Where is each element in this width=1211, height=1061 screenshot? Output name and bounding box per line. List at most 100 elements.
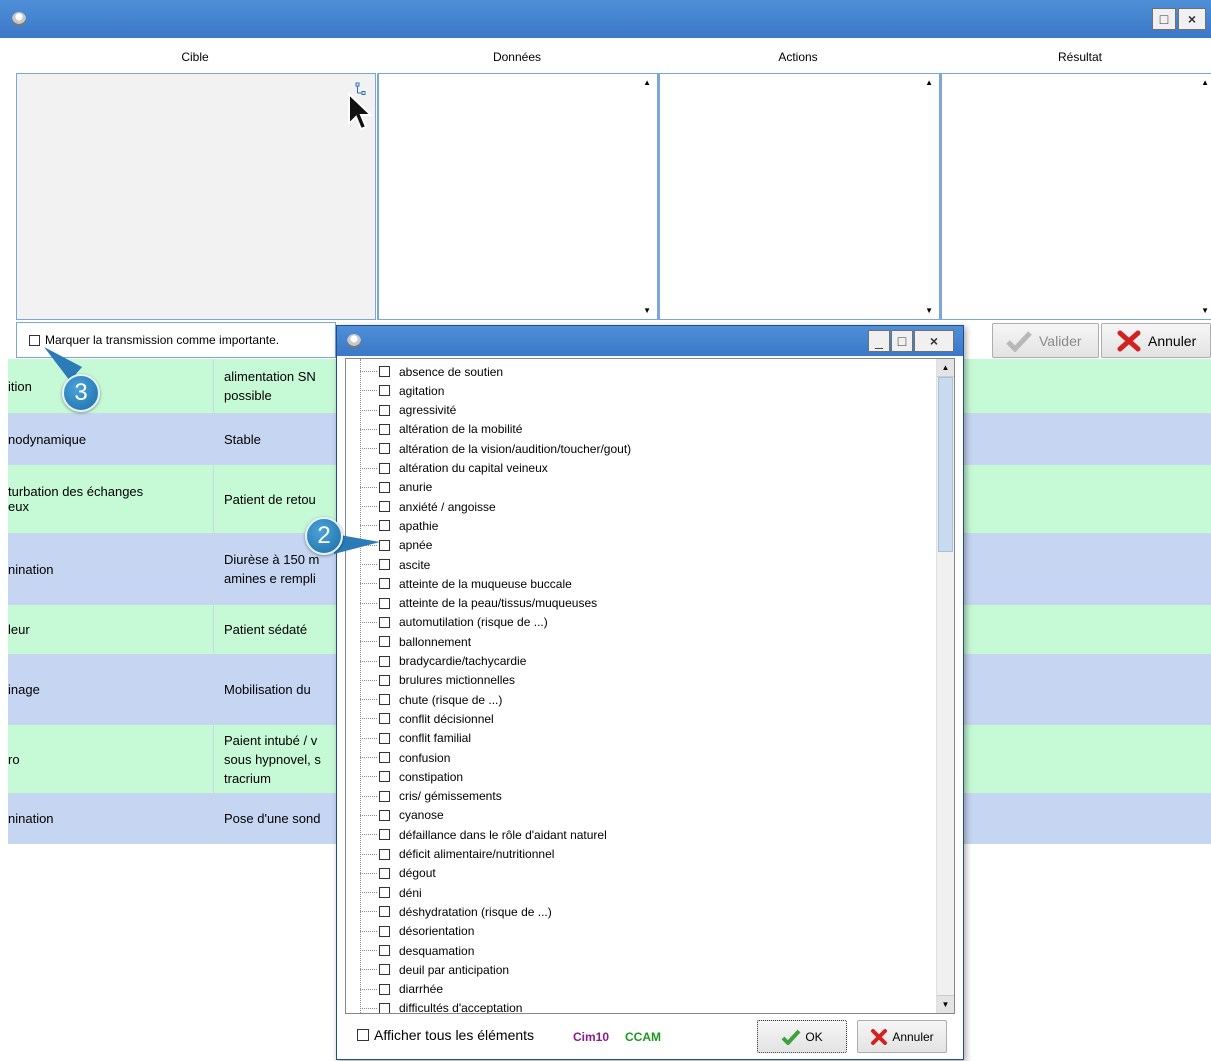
item-checkbox[interactable] <box>379 983 390 995</box>
actions-panel[interactable]: ▲ ▼ <box>658 73 940 320</box>
item-checkbox[interactable] <box>379 655 390 667</box>
list-item[interactable]: automutilation (risque de ...) <box>360 613 548 632</box>
list-item[interactable]: anxiété / angoisse <box>360 497 496 516</box>
scroll-up-icon[interactable]: ▲ <box>1201 78 1209 87</box>
list-item[interactable]: absence de soutien <box>360 362 503 381</box>
list-item[interactable]: altération de la mobilité <box>360 420 522 439</box>
item-checkbox[interactable] <box>379 790 390 802</box>
list-item[interactable]: déficit alimentaire/nutritionnel <box>360 845 554 864</box>
item-checkbox[interactable] <box>379 385 390 397</box>
item-checkbox[interactable] <box>379 925 390 937</box>
list-item[interactable]: ballonnement <box>360 632 471 651</box>
item-checkbox[interactable] <box>379 404 390 416</box>
list-item[interactable]: atteinte de la muqueuse buccale <box>360 574 572 593</box>
list-item[interactable]: constipation <box>360 767 463 786</box>
important-checkbox[interactable] <box>29 334 40 346</box>
item-checkbox[interactable] <box>379 694 390 706</box>
list-item[interactable]: cris/ gémissements <box>360 787 502 806</box>
item-checkbox[interactable] <box>379 732 390 744</box>
tree-connector <box>360 892 377 894</box>
item-checkbox[interactable] <box>379 578 390 590</box>
dialog-minimize-button[interactable]: _ <box>868 330 890 352</box>
scroll-down-button[interactable]: ▼ <box>937 995 954 1013</box>
list-item[interactable]: agressivité <box>360 401 456 420</box>
item-checkbox[interactable] <box>379 481 390 493</box>
scroll-up-icon[interactable]: ▲ <box>643 78 651 87</box>
show-all-toggle[interactable]: Afficher tous les éléments <box>357 1027 534 1043</box>
list-item[interactable]: diarrhée <box>360 980 443 999</box>
item-label: bradycardie/tachycardie <box>399 654 527 668</box>
maximize-button[interactable]: □ <box>1152 8 1176 30</box>
list-item[interactable]: desquamation <box>360 941 474 960</box>
list-item[interactable]: anurie <box>360 478 432 497</box>
item-checkbox[interactable] <box>379 945 390 956</box>
item-checkbox[interactable] <box>379 887 390 899</box>
list-item[interactable]: défaillance dans le rôle d'aidant nature… <box>360 825 607 844</box>
item-checkbox[interactable] <box>379 771 390 783</box>
item-checkbox[interactable] <box>379 906 390 918</box>
item-checkbox[interactable] <box>379 867 390 879</box>
scroll-up-icon[interactable]: ▲ <box>925 78 933 87</box>
item-checkbox[interactable] <box>379 1002 390 1013</box>
item-checkbox[interactable] <box>379 559 390 570</box>
item-checkbox[interactable] <box>379 848 390 860</box>
dialog-close-button[interactable]: × <box>914 330 954 352</box>
item-checkbox[interactable] <box>379 829 390 841</box>
dialog-cancel-button[interactable]: Annuler <box>857 1020 947 1053</box>
list-item[interactable]: conflit décisionnel <box>360 709 494 728</box>
scroll-thumb[interactable] <box>938 377 953 552</box>
scroll-down-icon[interactable]: ▼ <box>1201 306 1209 315</box>
tree-connector <box>360 390 377 392</box>
close-button[interactable]: × <box>1178 8 1206 30</box>
scroll-down-icon[interactable]: ▼ <box>643 306 651 315</box>
scroll-down-icon[interactable]: ▼ <box>925 306 933 315</box>
list-item[interactable]: cyanose <box>360 806 444 825</box>
list-item[interactable]: deuil par anticipation <box>360 960 509 979</box>
resultat-panel[interactable]: ▲ ▼ <box>940 73 1211 320</box>
item-checkbox[interactable] <box>379 964 390 976</box>
item-label: constipation <box>399 769 464 784</box>
list-item[interactable]: altération de la vision/audition/toucher… <box>360 439 631 458</box>
list-item[interactable]: altération du capital veineux <box>360 459 548 478</box>
item-checkbox[interactable] <box>379 501 390 513</box>
cancel-button[interactable]: Annuler <box>1101 323 1211 358</box>
item-checkbox[interactable] <box>379 443 390 455</box>
list-item[interactable]: désorientation <box>360 922 474 941</box>
item-checkbox[interactable] <box>379 713 390 725</box>
list-item[interactable]: brulures mictionnelles <box>360 671 515 690</box>
list-item[interactable]: confusion <box>360 748 450 767</box>
item-checkbox[interactable] <box>379 616 390 628</box>
item-checkbox[interactable] <box>379 674 390 686</box>
item-checkbox[interactable] <box>379 809 390 821</box>
cible-tree-list[interactable]: absence de soutien agitation agressivité al… <box>345 358 955 1014</box>
list-item[interactable]: chute (risque de ...) <box>360 690 502 709</box>
cim10-link[interactable]: Cim10 <box>573 1030 609 1044</box>
list-item[interactable]: conflit familial <box>360 729 471 748</box>
item-label: conflit décisionnel <box>399 711 494 726</box>
dialog-maximize-button[interactable]: □ <box>891 330 913 352</box>
scroll-up-button[interactable]: ▲ <box>937 359 954 377</box>
cible-panel[interactable] <box>16 73 376 320</box>
item-label: confusion <box>399 750 451 765</box>
list-scrollbar[interactable]: ▲ ▼ <box>936 359 954 1013</box>
ccam-link[interactable]: CCAM <box>625 1030 661 1044</box>
dialog-ok-button[interactable]: OK <box>757 1020 847 1053</box>
step-badge-2: 2 <box>305 517 343 555</box>
list-item[interactable]: déni <box>360 883 422 902</box>
list-item[interactable]: difficultés d'acceptation <box>360 999 522 1013</box>
list-item[interactable]: déshydratation (risque de ...) <box>360 902 552 921</box>
item-checkbox[interactable] <box>379 636 390 648</box>
list-item[interactable]: bradycardie/tachycardie <box>360 652 526 671</box>
item-checkbox[interactable] <box>379 597 390 609</box>
list-item[interactable]: dégout <box>360 864 436 883</box>
show-all-checkbox[interactable] <box>357 1029 369 1041</box>
item-checkbox[interactable] <box>379 462 390 474</box>
item-checkbox[interactable] <box>379 366 390 377</box>
item-checkbox[interactable] <box>379 752 390 763</box>
list-item[interactable]: agitation <box>360 381 444 400</box>
main-title-bar: □ × <box>0 0 1211 38</box>
validate-button[interactable]: Valider <box>992 323 1099 358</box>
list-item[interactable]: atteinte de la peau/tissus/muqueuses <box>360 594 597 613</box>
donnees-panel[interactable]: ▲ ▼ <box>377 73 658 320</box>
item-checkbox[interactable] <box>379 423 390 435</box>
